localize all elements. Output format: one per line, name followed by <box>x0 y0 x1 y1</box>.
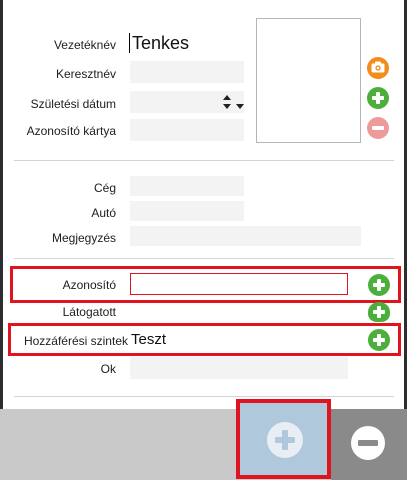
section-divider-2 <box>14 258 394 259</box>
identifier-label: Azonosító <box>62 278 116 292</box>
company-label: Cég <box>93 181 116 195</box>
window-left-border <box>0 0 3 410</box>
minus-icon <box>351 426 385 460</box>
add-identifier-button[interactable] <box>368 274 390 296</box>
access-label: Hozzáférési szintek <box>23 334 128 348</box>
access-field[interactable]: Teszt <box>130 328 348 352</box>
add-photo-button[interactable] <box>367 87 389 109</box>
chevron-down-icon[interactable] <box>236 99 244 109</box>
text-caret <box>129 33 130 53</box>
note-label: Megjegyzés <box>51 231 116 245</box>
firstname-label: Keresztnév <box>55 67 116 81</box>
photo-frame <box>256 18 361 143</box>
camera-button[interactable] <box>367 57 389 79</box>
identifier-field[interactable] <box>130 273 348 295</box>
spinner-arrows-icon[interactable] <box>222 93 232 111</box>
note-field[interactable] <box>130 226 361 246</box>
reason-field[interactable] <box>130 357 348 379</box>
add-access-button[interactable] <box>368 329 390 351</box>
birthdate-label: Születési dátum <box>30 97 116 111</box>
surname-value: Tenkes <box>132 33 190 53</box>
car-label: Autó <box>91 206 116 220</box>
camera-icon <box>371 61 385 76</box>
idcard-label: Azonosító kártya <box>26 124 116 138</box>
section-divider <box>14 160 394 161</box>
plus-icon <box>371 91 385 105</box>
minus-icon <box>371 121 385 135</box>
visited-label: Látogatott <box>62 305 116 319</box>
surname-field[interactable]: Tenkes <box>129 30 244 56</box>
company-field[interactable] <box>130 176 244 196</box>
remove-photo-button[interactable] <box>367 117 389 139</box>
add-record-highlight <box>236 399 331 479</box>
plus-icon <box>372 306 386 318</box>
access-value: Teszt <box>131 331 167 348</box>
reason-label: Ok <box>100 362 116 376</box>
surname-label: Vezetéknév <box>53 38 116 52</box>
idcard-field[interactable] <box>130 119 244 141</box>
remove-record-button[interactable] <box>331 409 407 480</box>
car-field[interactable] <box>130 201 244 221</box>
plus-icon <box>372 333 386 347</box>
plus-icon <box>372 278 386 292</box>
add-visited-button[interactable] <box>368 302 390 322</box>
firstname-field[interactable] <box>130 61 244 83</box>
birthdate-field[interactable] <box>130 91 244 113</box>
section-divider-3 <box>14 396 394 397</box>
